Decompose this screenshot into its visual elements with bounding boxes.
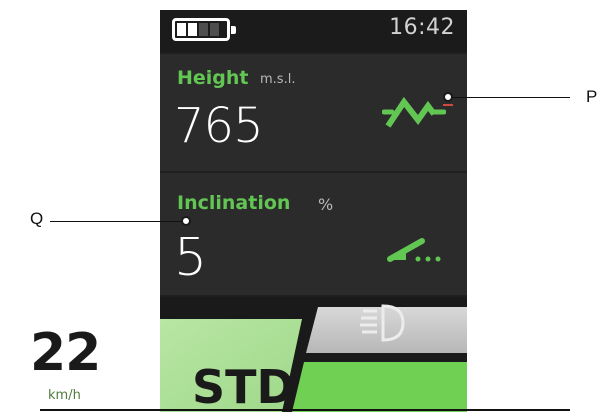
inclination-label: Inclination: [177, 192, 291, 214]
battery-tip: [231, 26, 236, 34]
height-value: 765: [174, 98, 264, 154]
callout-label-p: P: [586, 87, 598, 106]
height-unit: m.s.l.: [260, 72, 296, 87]
battery-cell: [199, 23, 208, 36]
callout-dot-q: [181, 216, 191, 226]
speed-unit: km/h: [48, 388, 81, 403]
headlight-icon[interactable]: [357, 302, 409, 344]
slope-icon: [387, 238, 441, 262]
inclination-value: 5: [174, 228, 207, 288]
inclination-unit: %: [318, 195, 334, 214]
clock-time: 16:42: [389, 15, 455, 40]
height-label: Height: [177, 67, 249, 89]
callout-dot-p: [443, 92, 453, 102]
battery-cell: [210, 23, 219, 36]
battery-cell: [177, 23, 186, 36]
inclination-panel[interactable]: Inclination % 5: [160, 173, 467, 295]
battery-icon: [172, 18, 236, 41]
callout-label-q: Q: [30, 209, 44, 228]
callout-leader-p: [448, 97, 570, 98]
status-bar: 16:42: [160, 10, 467, 52]
height-panel[interactable]: Height m.s.l. 765: [160, 54, 467, 171]
battery-cell: [188, 23, 197, 36]
mountain-icon: [382, 96, 446, 128]
ebike-display: 16:42 Height m.s.l. 765 Inclination % 5: [160, 10, 467, 412]
callout-leader-q: [50, 221, 190, 222]
baseline-rule: [40, 409, 570, 411]
mode-label[interactable]: STD: [192, 360, 295, 414]
speed-value: 22: [30, 323, 101, 383]
